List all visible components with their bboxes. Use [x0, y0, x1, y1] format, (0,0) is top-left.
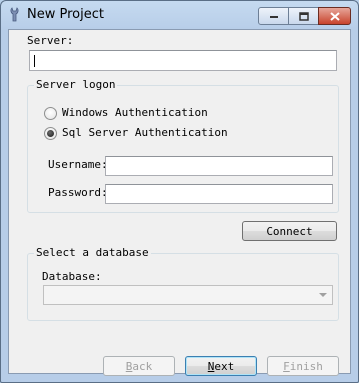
- next-button[interactable]: Next: [185, 356, 257, 376]
- password-label: Password:: [48, 186, 108, 199]
- maximize-button[interactable]: [288, 7, 319, 25]
- server-logon-group: Server logon Windows Authentication Sql …: [27, 78, 339, 213]
- chevron-down-icon: [319, 293, 327, 297]
- username-label: Username:: [48, 158, 108, 171]
- tools-icon: [10, 7, 19, 22]
- server-input[interactable]: [29, 50, 337, 71]
- server-label: Server:: [27, 34, 74, 47]
- database-dropdown[interactable]: [43, 285, 333, 305]
- close-button[interactable]: [318, 7, 351, 25]
- windows-auth-label[interactable]: Windows Authentication: [62, 106, 208, 119]
- password-input[interactable]: [105, 184, 333, 204]
- close-icon: [329, 11, 340, 21]
- username-input[interactable]: [105, 156, 333, 176]
- dialog-body: Server: Server logon Windows Authenticat…: [8, 29, 351, 376]
- maximize-icon: [298, 11, 309, 21]
- sql-auth-label[interactable]: Sql Server Authentication: [62, 126, 228, 139]
- database-label: Database:: [42, 270, 102, 283]
- finish-button[interactable]: Finish: [267, 356, 339, 376]
- windows-auth-radio[interactable]: [44, 107, 57, 120]
- connect-button[interactable]: Connect: [242, 221, 337, 241]
- minimize-icon: [269, 16, 278, 18]
- minimize-button[interactable]: [258, 7, 289, 25]
- back-button[interactable]: Back: [103, 356, 175, 376]
- radio-selected-dot: [47, 130, 54, 137]
- window-title: New Project: [27, 7, 104, 22]
- title-bar[interactable]: New Project: [1, 1, 358, 29]
- select-database-group: Select a database Database:: [27, 246, 339, 321]
- text-caret: [34, 55, 35, 67]
- server-logon-title: Server logon: [34, 78, 118, 91]
- new-project-window: New Project Server: Server logon Windows…: [0, 0, 359, 383]
- select-database-title: Select a database: [34, 246, 151, 259]
- sql-auth-radio[interactable]: [44, 127, 57, 140]
